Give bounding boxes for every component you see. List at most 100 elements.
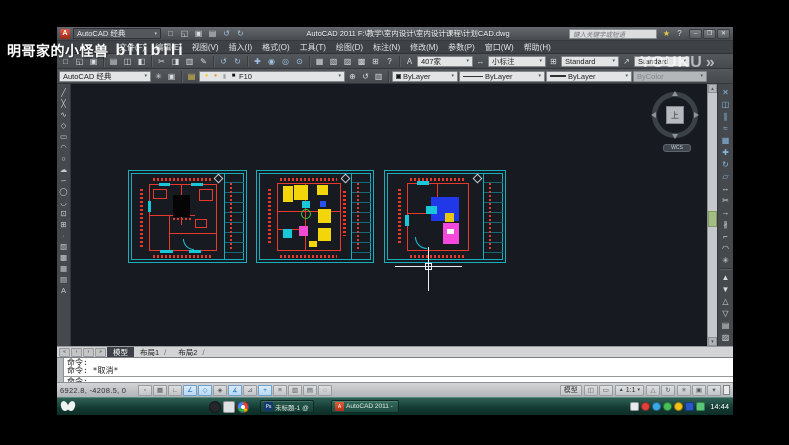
help-question-icon[interactable]: ? <box>383 55 396 67</box>
viewcube[interactable]: 上 <box>651 91 699 139</box>
viewcube-top-face[interactable]: 上 <box>666 106 684 124</box>
open-file-icon[interactable]: ◱ <box>178 28 191 40</box>
lineweight-combo[interactable]: ByLayer <box>546 70 632 82</box>
help-icon[interactable]: ? <box>673 28 686 40</box>
send-to-back-icon[interactable]: ▼ <box>719 283 733 295</box>
hatch-icon[interactable]: ▨ <box>58 241 70 251</box>
tab-layout1[interactable]: 布局1 <box>134 347 172 358</box>
viewcube-north-icon[interactable] <box>672 91 678 96</box>
transparency-icon[interactable]: ▥ <box>288 384 302 396</box>
tray-qq-icon[interactable] <box>674 402 684 411</box>
point-icon[interactable]: · <box>58 230 70 240</box>
line-icon[interactable]: ╱ <box>58 87 70 97</box>
region-icon[interactable]: ▦ <box>58 263 70 273</box>
taskbar-autocad-button[interactable]: A AutoCAD 2011 - [... <box>331 400 399 413</box>
bring-to-front-icon[interactable]: ▲ <box>719 271 733 283</box>
sheetset-manager-icon[interactable]: ▩ <box>355 55 368 67</box>
ortho-mode-icon[interactable]: ∟ <box>168 384 182 396</box>
menu-item[interactable]: 参数(P) <box>443 42 480 53</box>
launcher-doc-icon[interactable] <box>223 400 235 413</box>
layer-lock-icon[interactable]: ▮ <box>221 72 228 81</box>
make-layer-current-icon[interactable]: ⊕ <box>346 70 359 82</box>
command-gutter[interactable] <box>57 358 64 382</box>
workspace-switch-gear-icon[interactable]: ✳ <box>677 384 691 396</box>
annotation-visibility-icon[interactable]: △ <box>646 384 660 396</box>
grid-display-icon[interactable]: ▦ <box>153 384 167 396</box>
text-style-icon[interactable]: A <box>403 55 416 67</box>
next-tab-icon[interactable]: › <box>83 347 94 357</box>
text-style-combo[interactable]: 407家 <box>417 55 473 67</box>
minimize-button[interactable]: – <box>689 28 702 39</box>
color-combo[interactable]: ByLayer <box>392 70 458 82</box>
scroll-up-icon[interactable] <box>708 84 717 93</box>
stretch-icon[interactable]: ↔ <box>719 182 733 194</box>
viewcube-south-icon[interactable] <box>672 134 678 139</box>
zoom-realtime-icon[interactable]: ◉ <box>265 55 278 67</box>
polar-tracking-icon[interactable]: ∠ <box>183 384 197 396</box>
viewcube-west-icon[interactable] <box>651 112 656 118</box>
selection-cycling-icon[interactable]: ◌ <box>318 384 332 396</box>
table-icon[interactable]: ▤ <box>58 274 70 284</box>
tray-security-icon[interactable] <box>696 402 706 411</box>
first-tab-icon[interactable]: « <box>59 347 70 357</box>
taskbar-photoshop-button[interactable]: Ps 未标题-1 @ 32.7... <box>260 400 314 413</box>
viewcube-wcs-menu[interactable]: WCS <box>663 144 691 152</box>
object-snap-tracking-icon[interactable]: ∡ <box>228 384 242 396</box>
menu-item[interactable]: 标注(N) <box>368 42 405 53</box>
menu-item[interactable]: 工具(T) <box>295 42 331 53</box>
last-tab-icon[interactable]: » <box>95 347 106 357</box>
zoom-window-icon[interactable]: ◎ <box>279 55 292 67</box>
workspaces-combo[interactable]: AutoCAD 经典 <box>59 70 151 82</box>
explode-icon[interactable]: ✳ <box>719 254 733 266</box>
scale-icon[interactable]: ▱ <box>719 170 733 182</box>
quick-properties-icon[interactable]: ▤ <box>303 384 317 396</box>
workspace-save-icon[interactable]: ▣ <box>165 70 178 82</box>
menu-item[interactable]: 插入(I) <box>224 42 258 53</box>
quickcalc-icon[interactable]: ⊞ <box>369 55 382 67</box>
properties-palette-icon[interactable]: ▦ <box>313 55 326 67</box>
menu-item[interactable]: 格式(O) <box>257 42 295 53</box>
offset-icon[interactable]: ≈ <box>719 122 733 134</box>
gradient-icon[interactable]: ▩ <box>58 252 70 262</box>
snap-mode-icon[interactable]: ▫ <box>138 384 152 396</box>
annotation-scale-button[interactable]: 1:1 <box>614 384 644 396</box>
rectangle-icon[interactable]: ▭ <box>58 131 70 141</box>
send-under-icon[interactable]: ▽ <box>719 307 733 319</box>
dim-style-combo[interactable]: 小标注 <box>488 55 546 67</box>
layer-color-swatch-icon[interactable]: ■ <box>230 72 237 81</box>
fillet-icon[interactable]: ◠ <box>719 242 733 254</box>
layer-states-icon[interactable]: ▥ <box>372 70 385 82</box>
table-style-combo[interactable]: Standard <box>561 55 619 67</box>
help-search-input[interactable]: 键入关键字或短语 <box>569 28 657 39</box>
menu-item[interactable]: 视图(V) <box>187 42 224 53</box>
tray-ime-icon[interactable] <box>630 402 640 411</box>
viewcube-east-icon[interactable] <box>694 112 699 118</box>
chamfer-icon[interactable]: ⌐ <box>719 230 733 242</box>
rotate-icon[interactable]: ↻ <box>719 158 733 170</box>
polyline-icon[interactable]: ∿ <box>58 109 70 119</box>
close-button[interactable]: ✕ <box>717 28 730 39</box>
workspace-switcher[interactable]: AutoCAD 经典 <box>73 28 161 39</box>
object-snap-icon[interactable]: ◇ <box>198 384 212 396</box>
3d-object-snap-icon[interactable]: ◈ <box>213 384 227 396</box>
linetype-combo[interactable]: ByLayer <box>459 70 545 82</box>
designcenter-icon[interactable]: ▧ <box>327 55 340 67</box>
menu-item[interactable]: 修改(M) <box>405 42 443 53</box>
array-icon[interactable]: ▦ <box>719 134 733 146</box>
copy-icon[interactable]: ◫ <box>719 98 733 110</box>
layer-properties-manager-icon[interactable]: ▤ <box>185 70 198 82</box>
tray-red-app-icon[interactable] <box>641 402 651 411</box>
layer-previous-icon[interactable]: ↺ <box>359 70 372 82</box>
exchange-star-icon[interactable]: ★ <box>660 28 673 40</box>
undo-icon[interactable]: ↺ <box>217 55 230 67</box>
spline-icon[interactable]: ∽ <box>58 175 70 185</box>
layer-combo[interactable]: ● ● ▮ ■ F10 <box>199 70 345 82</box>
scroll-track[interactable] <box>708 93 717 337</box>
revision-cloud-icon[interactable]: ☁ <box>58 164 70 174</box>
menu-item[interactable]: 窗口(W) <box>480 42 519 53</box>
chrome-icon[interactable] <box>237 400 249 413</box>
redo-icon[interactable]: ↻ <box>231 55 244 67</box>
lineweight-display-icon[interactable]: ≡ <box>273 384 287 396</box>
mirror-icon[interactable]: ∥ <box>719 110 733 122</box>
autocad-logo-icon[interactable]: A <box>60 28 70 39</box>
